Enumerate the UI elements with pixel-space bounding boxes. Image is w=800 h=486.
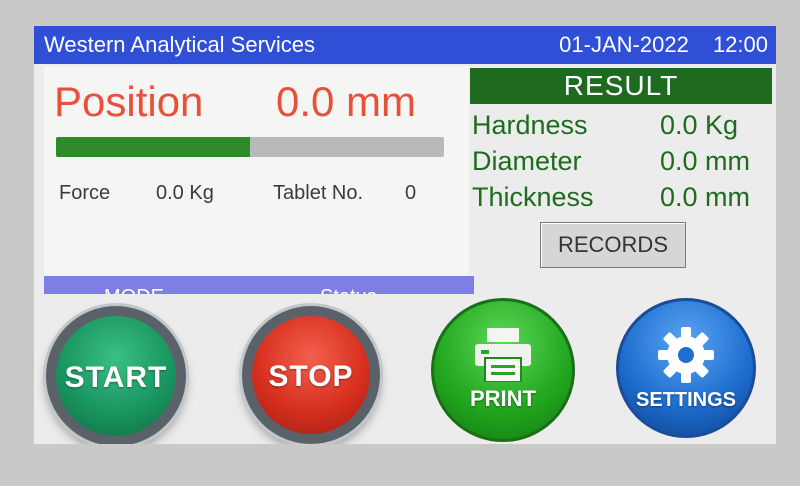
start-button[interactable]: START	[46, 306, 186, 444]
result-value: 0.0 mm	[660, 182, 751, 212]
records-button[interactable]: RECORDS	[540, 222, 686, 268]
result-row-hardness: Hardness 0.0 Kg	[472, 110, 772, 144]
result-value: 0.0 Kg	[660, 110, 739, 140]
tablet-label: Tablet No.	[273, 182, 364, 204]
printer-icon	[471, 328, 535, 382]
position-progress-bar	[56, 137, 444, 157]
position-readout: Position 0.0 mm	[54, 78, 454, 126]
result-value: 0.0 mm	[660, 146, 751, 176]
result-label: Thickness	[472, 182, 594, 212]
result-label: Diameter	[472, 146, 582, 176]
result-row-diameter: Diameter 0.0 mm	[472, 146, 772, 180]
date-display: 01-JAN-2022	[559, 32, 689, 57]
stop-label: STOP	[268, 360, 354, 393]
position-label: Position	[54, 78, 204, 125]
result-row-thickness: Thickness 0.0 mm	[472, 182, 772, 216]
position-progress-fill	[56, 137, 250, 157]
settings-button[interactable]: SETTINGS	[616, 298, 756, 438]
datetime: 01-JAN-2022 12:00	[541, 32, 768, 58]
stop-button[interactable]: STOP	[242, 306, 380, 444]
settings-label: SETTINGS	[635, 388, 736, 411]
measurement-panel: Position 0.0 mm Force 0.0 Kg Tablet No. …	[44, 66, 474, 318]
result-header: RESULT	[470, 68, 772, 104]
time-display: 12:00	[712, 32, 768, 57]
print-label: PRINT	[470, 386, 536, 411]
force-value: 0.0 Kg	[156, 182, 214, 204]
hmi-screen: Western Analytical Services 01-JAN-2022 …	[34, 26, 776, 444]
title-bar: Western Analytical Services 01-JAN-2022 …	[34, 26, 776, 64]
position-value: 0.0 mm	[276, 78, 417, 125]
tablet-value: 0	[405, 182, 417, 204]
print-button[interactable]: PRINT	[431, 298, 575, 442]
force-label: Force	[59, 182, 111, 204]
result-label: Hardness	[472, 110, 588, 140]
start-label: START	[64, 361, 168, 394]
gear-icon	[656, 325, 716, 385]
app-title: Western Analytical Services	[44, 32, 316, 57]
